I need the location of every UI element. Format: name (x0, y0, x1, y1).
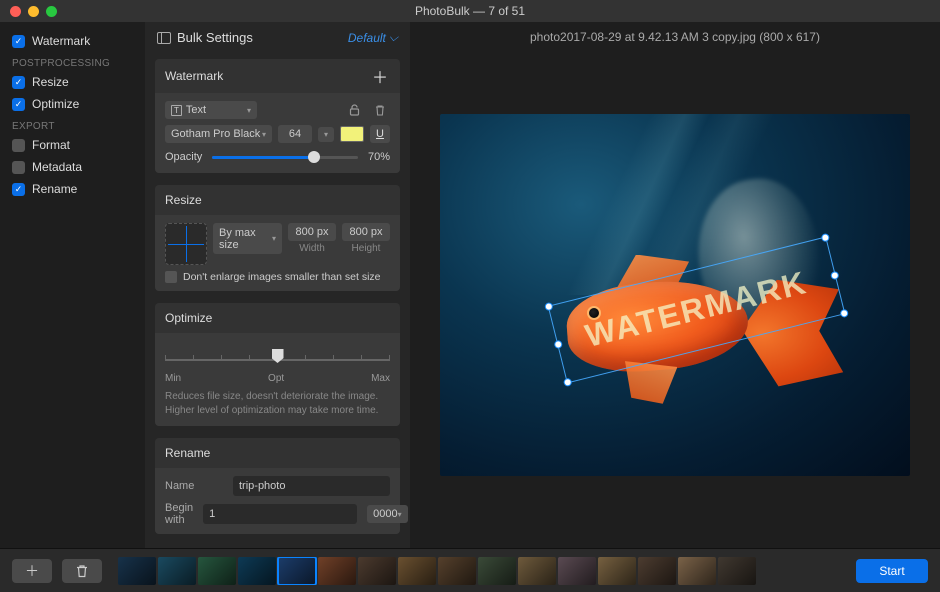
resize-height-input[interactable] (342, 223, 390, 241)
dont-enlarge-checkbox[interactable] (165, 271, 177, 283)
add-images-button[interactable]: ＋ (12, 559, 52, 583)
thumbnail[interactable] (438, 557, 476, 585)
layout-icon (157, 32, 171, 44)
sidebar-item-label: Watermark (32, 34, 90, 48)
opacity-value: 70% (368, 151, 390, 163)
thumbnail[interactable] (718, 557, 756, 585)
thumbnail[interactable] (278, 557, 316, 585)
font-size-stepper[interactable]: ▾ (318, 127, 334, 142)
panel-rename: Rename Name Begin with 0000▾ Suffix▾ (155, 438, 400, 534)
color-swatch[interactable] (340, 126, 364, 142)
thumbnail-strip[interactable] (112, 557, 846, 585)
panel-title: Resize (165, 193, 202, 207)
rename-name-input[interactable] (233, 476, 390, 496)
sidebar-item-label: Optimize (32, 97, 79, 111)
thumbnail[interactable] (318, 557, 356, 585)
panel-title: Watermark (165, 69, 223, 83)
sidebar: ✓ Watermark POSTPROCESSING ✓ Resize ✓ Op… (0, 22, 145, 548)
unlock-icon[interactable] (344, 101, 364, 119)
panel-watermark: Watermark ＋ TText ▾ (155, 59, 400, 173)
panel-optimize: Optimize Min Opt Max Reduces file size, … (155, 303, 400, 426)
thumbnail[interactable] (518, 557, 556, 585)
chevron-down-icon: ⌵ (389, 30, 398, 45)
checkbox-icon[interactable] (12, 139, 25, 152)
settings-title: Bulk Settings (177, 30, 253, 45)
sidebar-item-label: Rename (32, 182, 77, 196)
checkbox-icon[interactable]: ✓ (12, 98, 25, 111)
sidebar-item-watermark[interactable]: ✓ Watermark (0, 30, 145, 52)
thumbnail[interactable] (198, 557, 236, 585)
remove-images-button[interactable] (62, 559, 102, 583)
font-size-input[interactable] (278, 125, 312, 143)
preset-dropdown[interactable]: Default ⌵ (348, 30, 398, 45)
thumbnail[interactable] (358, 557, 396, 585)
thumbnail[interactable] (638, 557, 676, 585)
rename-begin-input[interactable] (203, 504, 357, 524)
thumbnail[interactable] (558, 557, 596, 585)
titlebar: PhotoBulk — 7 of 51 (0, 0, 940, 22)
thumbnail[interactable] (118, 557, 156, 585)
underline-button[interactable]: U (370, 125, 390, 143)
font-select[interactable]: Gotham Pro Black▾ (165, 125, 272, 143)
rename-pad-select[interactable]: 0000▾ (367, 505, 408, 523)
sidebar-item-optimize[interactable]: ✓ Optimize (0, 93, 145, 115)
sidebar-item-format[interactable]: Format (0, 134, 145, 156)
settings-column: Bulk Settings Default ⌵ Watermark ＋ TTex… (145, 22, 410, 548)
sidebar-item-metadata[interactable]: Metadata (0, 156, 145, 178)
thumbnail[interactable] (598, 557, 636, 585)
checkbox-icon[interactable]: ✓ (12, 35, 25, 48)
thumbnail[interactable] (398, 557, 436, 585)
sidebar-item-label: Resize (32, 75, 69, 89)
thumbnail[interactable] (478, 557, 516, 585)
checkbox-icon[interactable]: ✓ (12, 76, 25, 89)
delete-watermark-button[interactable] (370, 101, 390, 119)
panel-title: Optimize (165, 311, 212, 325)
panel-title: Rename (165, 446, 210, 460)
window-title: PhotoBulk — 7 of 51 (0, 4, 940, 18)
resize-preview-icon (165, 223, 207, 265)
preview-image[interactable]: WATERMARK (440, 114, 910, 476)
checkbox-icon[interactable]: ✓ (12, 183, 25, 196)
preview-pane: photo2017-08-29 at 9.42.13 AM 3 copy.jpg… (410, 22, 940, 548)
thumbnail[interactable] (238, 557, 276, 585)
sidebar-group-postprocessing: POSTPROCESSING (0, 52, 145, 71)
optimize-hint: Reduces file size, doesn't deteriorate t… (165, 390, 390, 418)
panel-resize: Resize By max size▾ Width (155, 185, 400, 291)
thumbnail[interactable] (678, 557, 716, 585)
footer: ＋ Start (0, 548, 940, 592)
checkbox-icon[interactable] (12, 161, 25, 174)
opacity-slider[interactable] (212, 149, 358, 165)
resize-width-input[interactable] (288, 223, 336, 241)
preview-filename: photo2017-08-29 at 9.42.13 AM 3 copy.jpg… (410, 22, 940, 52)
opacity-label: Opacity (165, 151, 202, 163)
sidebar-item-rename[interactable]: ✓ Rename (0, 178, 145, 200)
sidebar-item-resize[interactable]: ✓ Resize (0, 71, 145, 93)
watermark-type-select[interactable]: TText ▾ (165, 101, 257, 119)
resize-mode-select[interactable]: By max size▾ (213, 223, 282, 254)
sidebar-item-label: Format (32, 138, 70, 152)
thumbnail[interactable] (158, 557, 196, 585)
sidebar-group-export: EXPORT (0, 115, 145, 134)
add-watermark-button[interactable]: ＋ (370, 67, 390, 85)
sidebar-item-label: Metadata (32, 160, 82, 174)
start-button[interactable]: Start (856, 559, 928, 583)
optimize-slider[interactable] (165, 345, 390, 369)
dont-enlarge-label: Don't enlarge images smaller than set si… (183, 271, 381, 283)
